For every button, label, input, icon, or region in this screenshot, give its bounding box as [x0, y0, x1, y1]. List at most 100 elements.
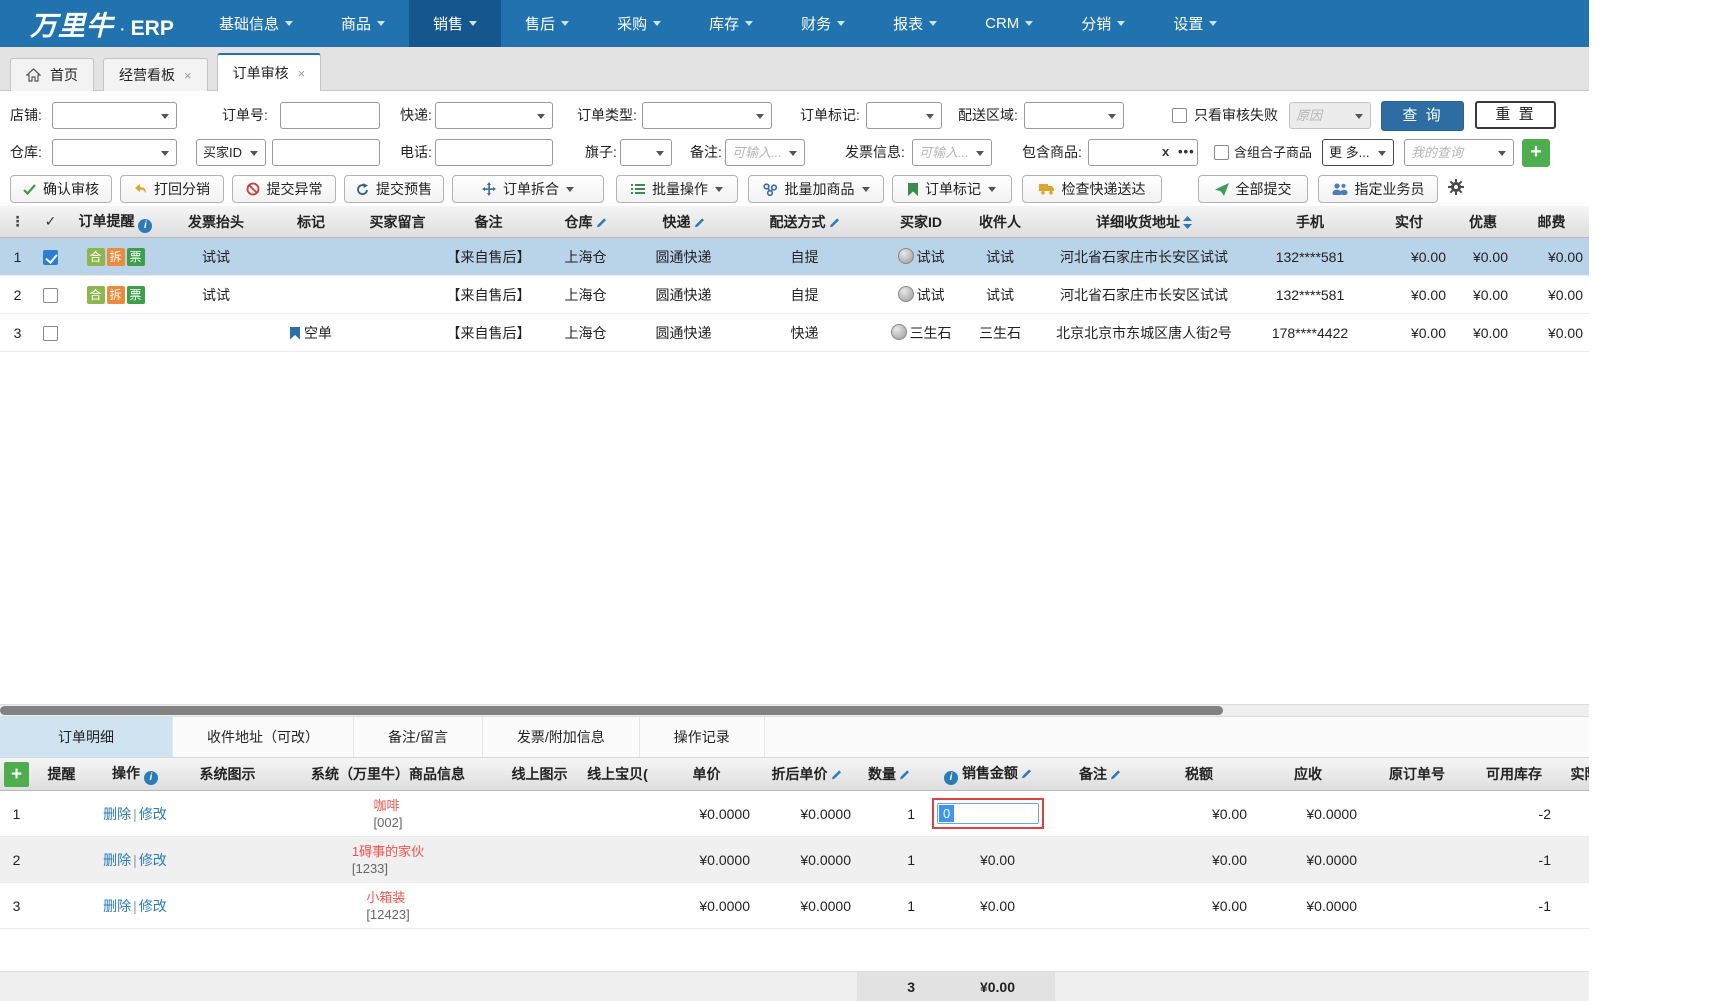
- phone-input[interactable]: [435, 139, 553, 166]
- select-all-header[interactable]: [35, 206, 66, 238]
- pencil-icon[interactable]: [1110, 769, 1121, 780]
- info-icon[interactable]: [143, 771, 158, 785]
- express-select[interactable]: [435, 102, 553, 129]
- menu-item-products[interactable]: 商品: [317, 0, 409, 47]
- modify-link[interactable]: 修改: [139, 806, 167, 822]
- pencil-icon[interactable]: [694, 217, 705, 228]
- row-checkbox-checked[interactable]: [43, 249, 58, 265]
- row-checkbox[interactable]: [43, 287, 58, 303]
- menu-item-crm[interactable]: CRM: [961, 0, 1057, 47]
- my-query-combo[interactable]: 我的查询: [1404, 139, 1514, 166]
- tab-invoice-extra[interactable]: 发票/附加信息: [483, 717, 640, 757]
- reset-button[interactable]: 重 置: [1475, 101, 1556, 129]
- order-mark-button[interactable]: 订单标记: [892, 175, 1012, 203]
- cell-express[interactable]: 圆通快递: [634, 237, 733, 276]
- tab-operation-log[interactable]: 操作记录: [640, 717, 765, 757]
- pencil-icon[interactable]: [831, 769, 842, 780]
- detail-row-1[interactable]: 1 删除 | 修改 咖啡 [002] ¥0.0000 ¥0.0000 1 0 ¥0.0…: [0, 790, 1589, 837]
- cell-express[interactable]: 圆通快递: [634, 275, 733, 314]
- scrollbar-thumb[interactable]: [0, 706, 1223, 715]
- cell-disc-price[interactable]: ¥0.0000: [756, 882, 857, 929]
- tab-order-review[interactable]: 订单审核: [216, 53, 322, 91]
- tab-home[interactable]: 首页: [10, 58, 94, 91]
- buyer-id-type-select[interactable]: 买家ID: [196, 139, 266, 166]
- detail-row-2[interactable]: 2 删除 | 修改 1碍事的家伙 [1233] ¥0.0000 ¥0.0000 1 ¥…: [0, 836, 1589, 883]
- include-sub-checkbox[interactable]: [1214, 145, 1229, 160]
- menu-item-settings[interactable]: 设置: [1149, 0, 1241, 47]
- only-failed-checkbox[interactable]: [1172, 108, 1187, 123]
- cell-warehouse[interactable]: 上海仓: [537, 237, 634, 276]
- submit-presale-button[interactable]: 提交预售: [344, 175, 444, 203]
- menu-item-basic-info[interactable]: 基础信息: [195, 0, 317, 47]
- order-mark-select[interactable]: [866, 102, 942, 129]
- menu-item-purchase[interactable]: 采购: [593, 0, 685, 47]
- cell-qty[interactable]: 1: [857, 836, 921, 883]
- row-checkbox[interactable]: [43, 325, 58, 341]
- cell-remark[interactable]: [1055, 882, 1145, 929]
- product-name[interactable]: 咖啡: [374, 797, 403, 814]
- cell-express[interactable]: 圆通快递: [634, 313, 733, 352]
- save-query-button[interactable]: +: [1522, 139, 1550, 167]
- sale-amount-input[interactable]: 0: [937, 803, 1039, 824]
- cell-delivery[interactable]: 自提: [733, 237, 876, 276]
- menu-item-finance[interactable]: 财务: [777, 0, 869, 47]
- cell-qty[interactable]: 1: [857, 882, 921, 929]
- cell-delivery[interactable]: 自提: [733, 275, 876, 314]
- tab-dashboard[interactable]: 经营看板: [103, 58, 208, 91]
- order-row-2[interactable]: 2 合拆票 试试 【来自售后】 上海仓 圆通快递 自提 试试 试试 河北省石家庄…: [0, 275, 1589, 314]
- product-name[interactable]: 1碍事的家伙: [352, 843, 424, 860]
- order-type-select[interactable]: [642, 102, 772, 129]
- detail-row-3[interactable]: 3 删除 | 修改 小箱装 [12423] ¥0.0000 ¥0.0000 1 ¥0.…: [0, 882, 1589, 929]
- more-button[interactable]: 更 多...: [1322, 139, 1394, 166]
- close-icon[interactable]: [184, 68, 192, 83]
- delete-link[interactable]: 删除: [103, 898, 131, 914]
- menu-item-sales[interactable]: 销售: [409, 0, 502, 47]
- menu-item-reports[interactable]: 报表: [869, 0, 961, 47]
- warehouse-select[interactable]: [52, 139, 177, 166]
- pencil-icon[interactable]: [899, 769, 910, 780]
- sort-updown-icon[interactable]: [1183, 215, 1192, 229]
- invoice-info-combo[interactable]: 可输入...: [912, 139, 992, 166]
- info-icon[interactable]: [944, 771, 959, 785]
- delivery-area-select[interactable]: [1024, 102, 1124, 129]
- assign-salesman-button[interactable]: 指定业务员: [1318, 175, 1438, 203]
- check-delivery-button[interactable]: 检查快递送达: [1022, 175, 1162, 203]
- cell-sale-amount[interactable]: ¥0.00: [921, 882, 1055, 929]
- cell-warehouse[interactable]: 上海仓: [537, 313, 634, 352]
- cell-sale-amount[interactable]: ¥0.00: [921, 836, 1055, 883]
- confirm-review-button[interactable]: 确认审核: [10, 175, 112, 203]
- menu-item-distribution[interactable]: 分销: [1057, 0, 1149, 47]
- batch-ops-button[interactable]: 批量操作: [616, 175, 738, 203]
- info-icon[interactable]: [138, 218, 153, 233]
- flag-select[interactable]: [620, 139, 672, 166]
- submit-all-button[interactable]: 全部提交: [1198, 175, 1308, 203]
- return-distribution-button[interactable]: 打回分销: [120, 175, 224, 203]
- pencil-icon[interactable]: [829, 217, 840, 228]
- pencil-icon[interactable]: [596, 217, 607, 228]
- menu-item-inventory[interactable]: 库存: [685, 0, 777, 47]
- cell-remark[interactable]: [1055, 790, 1145, 837]
- column-options-header[interactable]: [0, 206, 35, 238]
- modify-link[interactable]: 修改: [139, 852, 167, 868]
- order-row-1[interactable]: 1 合拆票 试试 【来自售后】 上海仓 圆通快递 自提 试试 试试 河北省石家庄…: [0, 237, 1589, 276]
- cell-disc-price[interactable]: ¥0.0000: [756, 836, 857, 883]
- clear-x-icon[interactable]: x: [1162, 144, 1169, 159]
- tab-order-detail[interactable]: 订单明细: [0, 717, 173, 757]
- close-icon[interactable]: [298, 66, 306, 81]
- batch-add-product-button[interactable]: 批量加商品: [748, 175, 884, 203]
- tab-remark-message[interactable]: 备注/留言: [354, 717, 483, 757]
- cell-remark[interactable]: [1055, 836, 1145, 883]
- cell-warehouse[interactable]: 上海仓: [537, 275, 634, 314]
- order-no-input[interactable]: [280, 102, 380, 129]
- split-merge-button[interactable]: 订单拆合: [452, 175, 604, 203]
- delete-link[interactable]: 删除: [103, 806, 131, 822]
- settings-gear-icon[interactable]: [1448, 179, 1464, 200]
- delete-link[interactable]: 删除: [103, 852, 131, 868]
- remark-combo[interactable]: 可输入...: [725, 139, 805, 166]
- add-line-button[interactable]: +: [4, 761, 29, 787]
- submit-abnormal-button[interactable]: 提交异常: [232, 175, 336, 203]
- menu-item-after-sales[interactable]: 售后: [501, 0, 593, 47]
- pencil-icon[interactable]: [1021, 768, 1032, 779]
- app-logo[interactable]: 万里牛 · ERP: [30, 4, 195, 43]
- tab-receiver-address[interactable]: 收件地址（可改）: [173, 717, 354, 757]
